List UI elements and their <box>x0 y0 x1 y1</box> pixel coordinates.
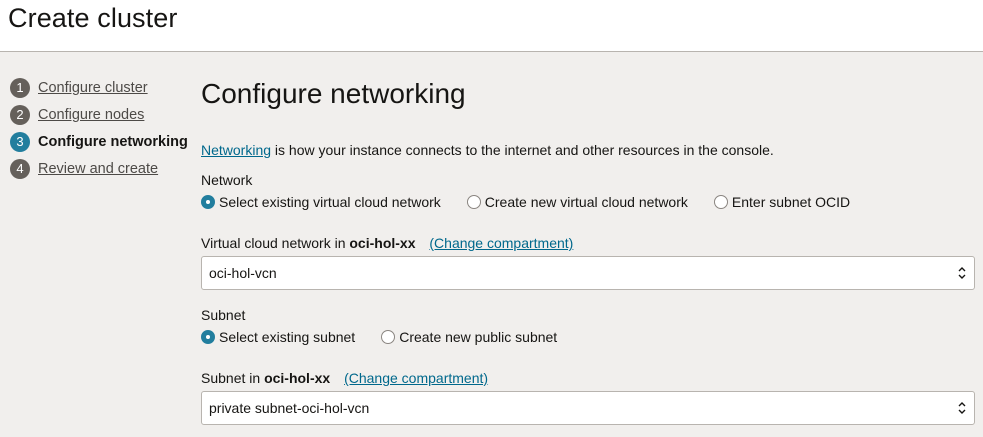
step-review-and-create[interactable]: 4 Review and create <box>10 155 190 182</box>
updown-chevron-icon <box>958 267 966 279</box>
step-label[interactable]: Configure cluster <box>38 80 148 96</box>
subnet-select-label: Subnet in oci-hol-xx (Change compartment… <box>201 370 488 386</box>
subnet-compartment-name: oci-hol-xx <box>264 370 331 386</box>
network-label: Network <box>201 172 253 188</box>
vcn-label-prefix: Virtual cloud network in <box>201 235 350 251</box>
step-configure-networking: 3 Configure networking <box>10 128 190 155</box>
step-number: 1 <box>10 77 30 98</box>
radio-checked-icon[interactable] <box>201 330 215 344</box>
section-title: Configure networking <box>201 78 466 109</box>
subnet-radio-group: Select existing subnet Create new public… <box>201 329 583 345</box>
radio-select-existing-subnet[interactable]: Select existing subnet <box>201 329 355 345</box>
vcn-select-value: oci-hol-vcn <box>209 265 277 281</box>
network-radio-group: Select existing virtual cloud network Cr… <box>201 194 876 210</box>
subnet-label-prefix: Subnet in <box>201 370 265 386</box>
updown-chevron-icon <box>958 402 966 414</box>
radio-select-existing-vcn[interactable]: Select existing virtual cloud network <box>201 194 441 210</box>
radio-label: Create new virtual cloud network <box>484 194 688 210</box>
step-number: 3 <box>10 131 30 152</box>
step-number: 2 <box>10 104 30 125</box>
radio-create-new-vcn[interactable]: Create new virtual cloud network <box>466 194 688 210</box>
step-label[interactable]: Configure nodes <box>38 107 144 123</box>
radio-label: Create new public subnet <box>399 329 558 345</box>
subnet-label: Subnet <box>201 307 246 323</box>
radio-enter-subnet-ocid[interactable]: Enter subnet OCID <box>713 194 851 210</box>
wizard-steps: 1 Configure cluster 2 Configure nodes 3 … <box>10 74 190 182</box>
step-number: 4 <box>10 158 30 179</box>
radio-checked-icon[interactable] <box>201 195 215 209</box>
radio-create-new-public-subnet[interactable]: Create new public subnet <box>381 329 557 345</box>
radio-label: Select existing virtual cloud network <box>219 194 441 210</box>
subnet-select-value: private subnet-oci-hol-vcn <box>209 400 370 416</box>
radio-label: Select existing subnet <box>219 329 356 345</box>
vcn-label: Virtual cloud network in oci-hol-xx (Cha… <box>201 235 573 251</box>
step-label: Configure networking <box>38 133 188 150</box>
vcn-change-compartment-link[interactable]: (Change compartment) <box>429 235 573 251</box>
intro-text: is how your instance connects to the int… <box>271 142 774 158</box>
subnet-select[interactable]: private subnet-oci-hol-vcn <box>201 391 975 425</box>
networking-link[interactable]: Networking <box>201 142 271 158</box>
page-header: Create cluster <box>0 0 983 52</box>
vcn-select[interactable]: oci-hol-vcn <box>201 256 975 290</box>
radio-label: Enter subnet OCID <box>731 194 851 210</box>
step-configure-cluster[interactable]: 1 Configure cluster <box>10 74 190 101</box>
page-title: Create cluster <box>8 3 178 33</box>
networking-intro: Networking is how your instance connects… <box>201 142 774 158</box>
vcn-compartment-name: oci-hol-xx <box>349 235 416 251</box>
step-label[interactable]: Review and create <box>38 161 158 177</box>
step-configure-nodes[interactable]: 2 Configure nodes <box>10 101 190 128</box>
subnet-change-compartment-link[interactable]: (Change compartment) <box>344 370 488 386</box>
radio-unchecked-icon[interactable] <box>381 330 396 344</box>
radio-unchecked-icon[interactable] <box>466 195 481 209</box>
radio-unchecked-icon[interactable] <box>713 195 728 209</box>
